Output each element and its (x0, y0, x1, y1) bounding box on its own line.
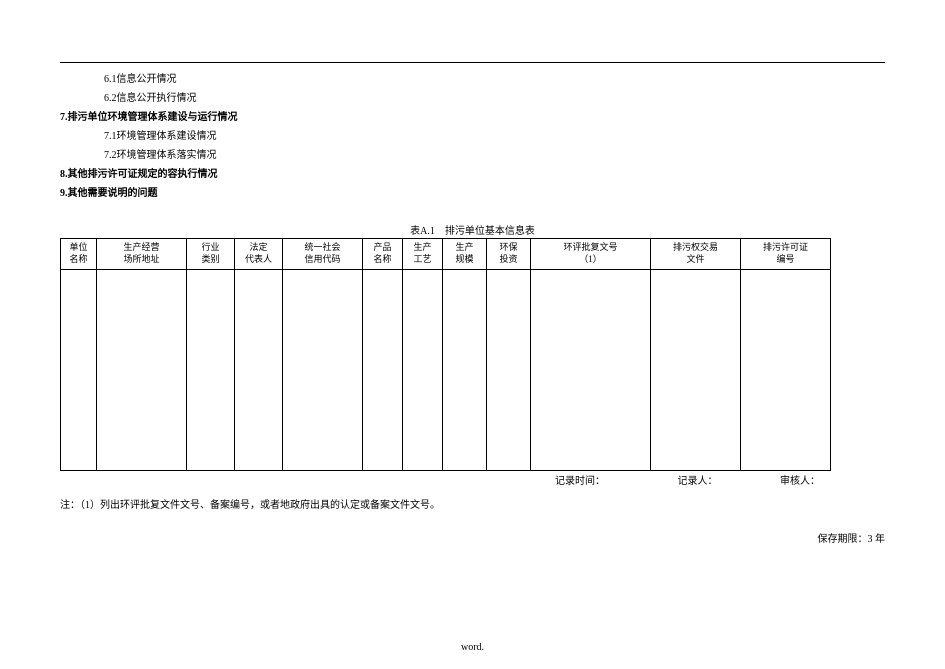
outline-item-7-2: 7.2环境管理体系落实情况 (104, 146, 238, 165)
col-permit-no: 排污许可证编号 (741, 239, 831, 270)
col-emission-trade: 排污权交易文件 (651, 239, 741, 270)
outline-list: 6.1信息公开情况 6.2信息公开执行情况 7.排污单位环境管理体系建设与运行情… (60, 70, 238, 203)
col-address: 生产经营场所地址 (97, 239, 187, 270)
cell-emission-trade (651, 270, 741, 471)
footnote: 注：（1）列出环评批复文件文号、备案编号，或者地政府出具的认定或备案文件文号。 (60, 496, 440, 511)
signature-line: 记录时间： 记录人： 审核人： (555, 472, 880, 487)
cell-industry (187, 270, 235, 471)
col-product-name: 产品名称 (363, 239, 403, 270)
outline-item-7-1: 7.1环境管理体系建设情况 (104, 127, 238, 146)
col-industry: 行业类别 (187, 239, 235, 270)
col-scale: 生产规模 (443, 239, 487, 270)
document-page: 6.1信息公开情况 6.2信息公开执行情况 7.排污单位环境管理体系建设与运行情… (0, 0, 945, 669)
col-unit-name: 单位名称 (61, 239, 97, 270)
outline-item-6-1: 6.1信息公开情况 (104, 70, 238, 89)
outline-item-9: 9.其他需要说明的问题 (60, 184, 238, 203)
outline-item-6-2: 6.2信息公开执行情况 (104, 89, 238, 108)
cell-legal-rep (235, 270, 283, 471)
col-process: 生产工艺 (403, 239, 443, 270)
cell-product-name (363, 270, 403, 471)
col-eia-approval: 环评批复文号（1） (531, 239, 651, 270)
retention-period: 保存期限：3 年 (818, 530, 886, 545)
cell-permit-no (741, 270, 831, 471)
cell-credit-code (283, 270, 363, 471)
page-footer: word. (0, 642, 945, 653)
record-time-label: 记录时间： (555, 472, 675, 487)
cell-process (403, 270, 443, 471)
outline-item-8: 8.其他排污许可证规定的容执行情况 (60, 165, 238, 184)
recorder-label: 记录人： (678, 472, 778, 487)
col-credit-code: 统一社会信用代码 (283, 239, 363, 270)
outline-item-7: 7.排污单位环境管理体系建设与运行情况 (60, 108, 238, 127)
cell-env-invest (487, 270, 531, 471)
table-title: 表A.1 排污单位基本信息表 (0, 222, 945, 237)
col-env-invest: 环保投资 (487, 239, 531, 270)
reviewer-label: 审核人： (780, 472, 880, 487)
cell-scale (443, 270, 487, 471)
cell-address (97, 270, 187, 471)
table-row (61, 270, 831, 471)
cell-unit-name (61, 270, 97, 471)
col-legal-rep: 法定代表人 (235, 239, 283, 270)
cell-eia-approval (531, 270, 651, 471)
basic-info-table: 单位名称 生产经营场所地址 行业类别 法定代表人 统一社会信用代码 产品名称 生… (60, 238, 831, 471)
top-rule (60, 62, 885, 63)
table-header-row: 单位名称 生产经营场所地址 行业类别 法定代表人 统一社会信用代码 产品名称 生… (61, 239, 831, 270)
